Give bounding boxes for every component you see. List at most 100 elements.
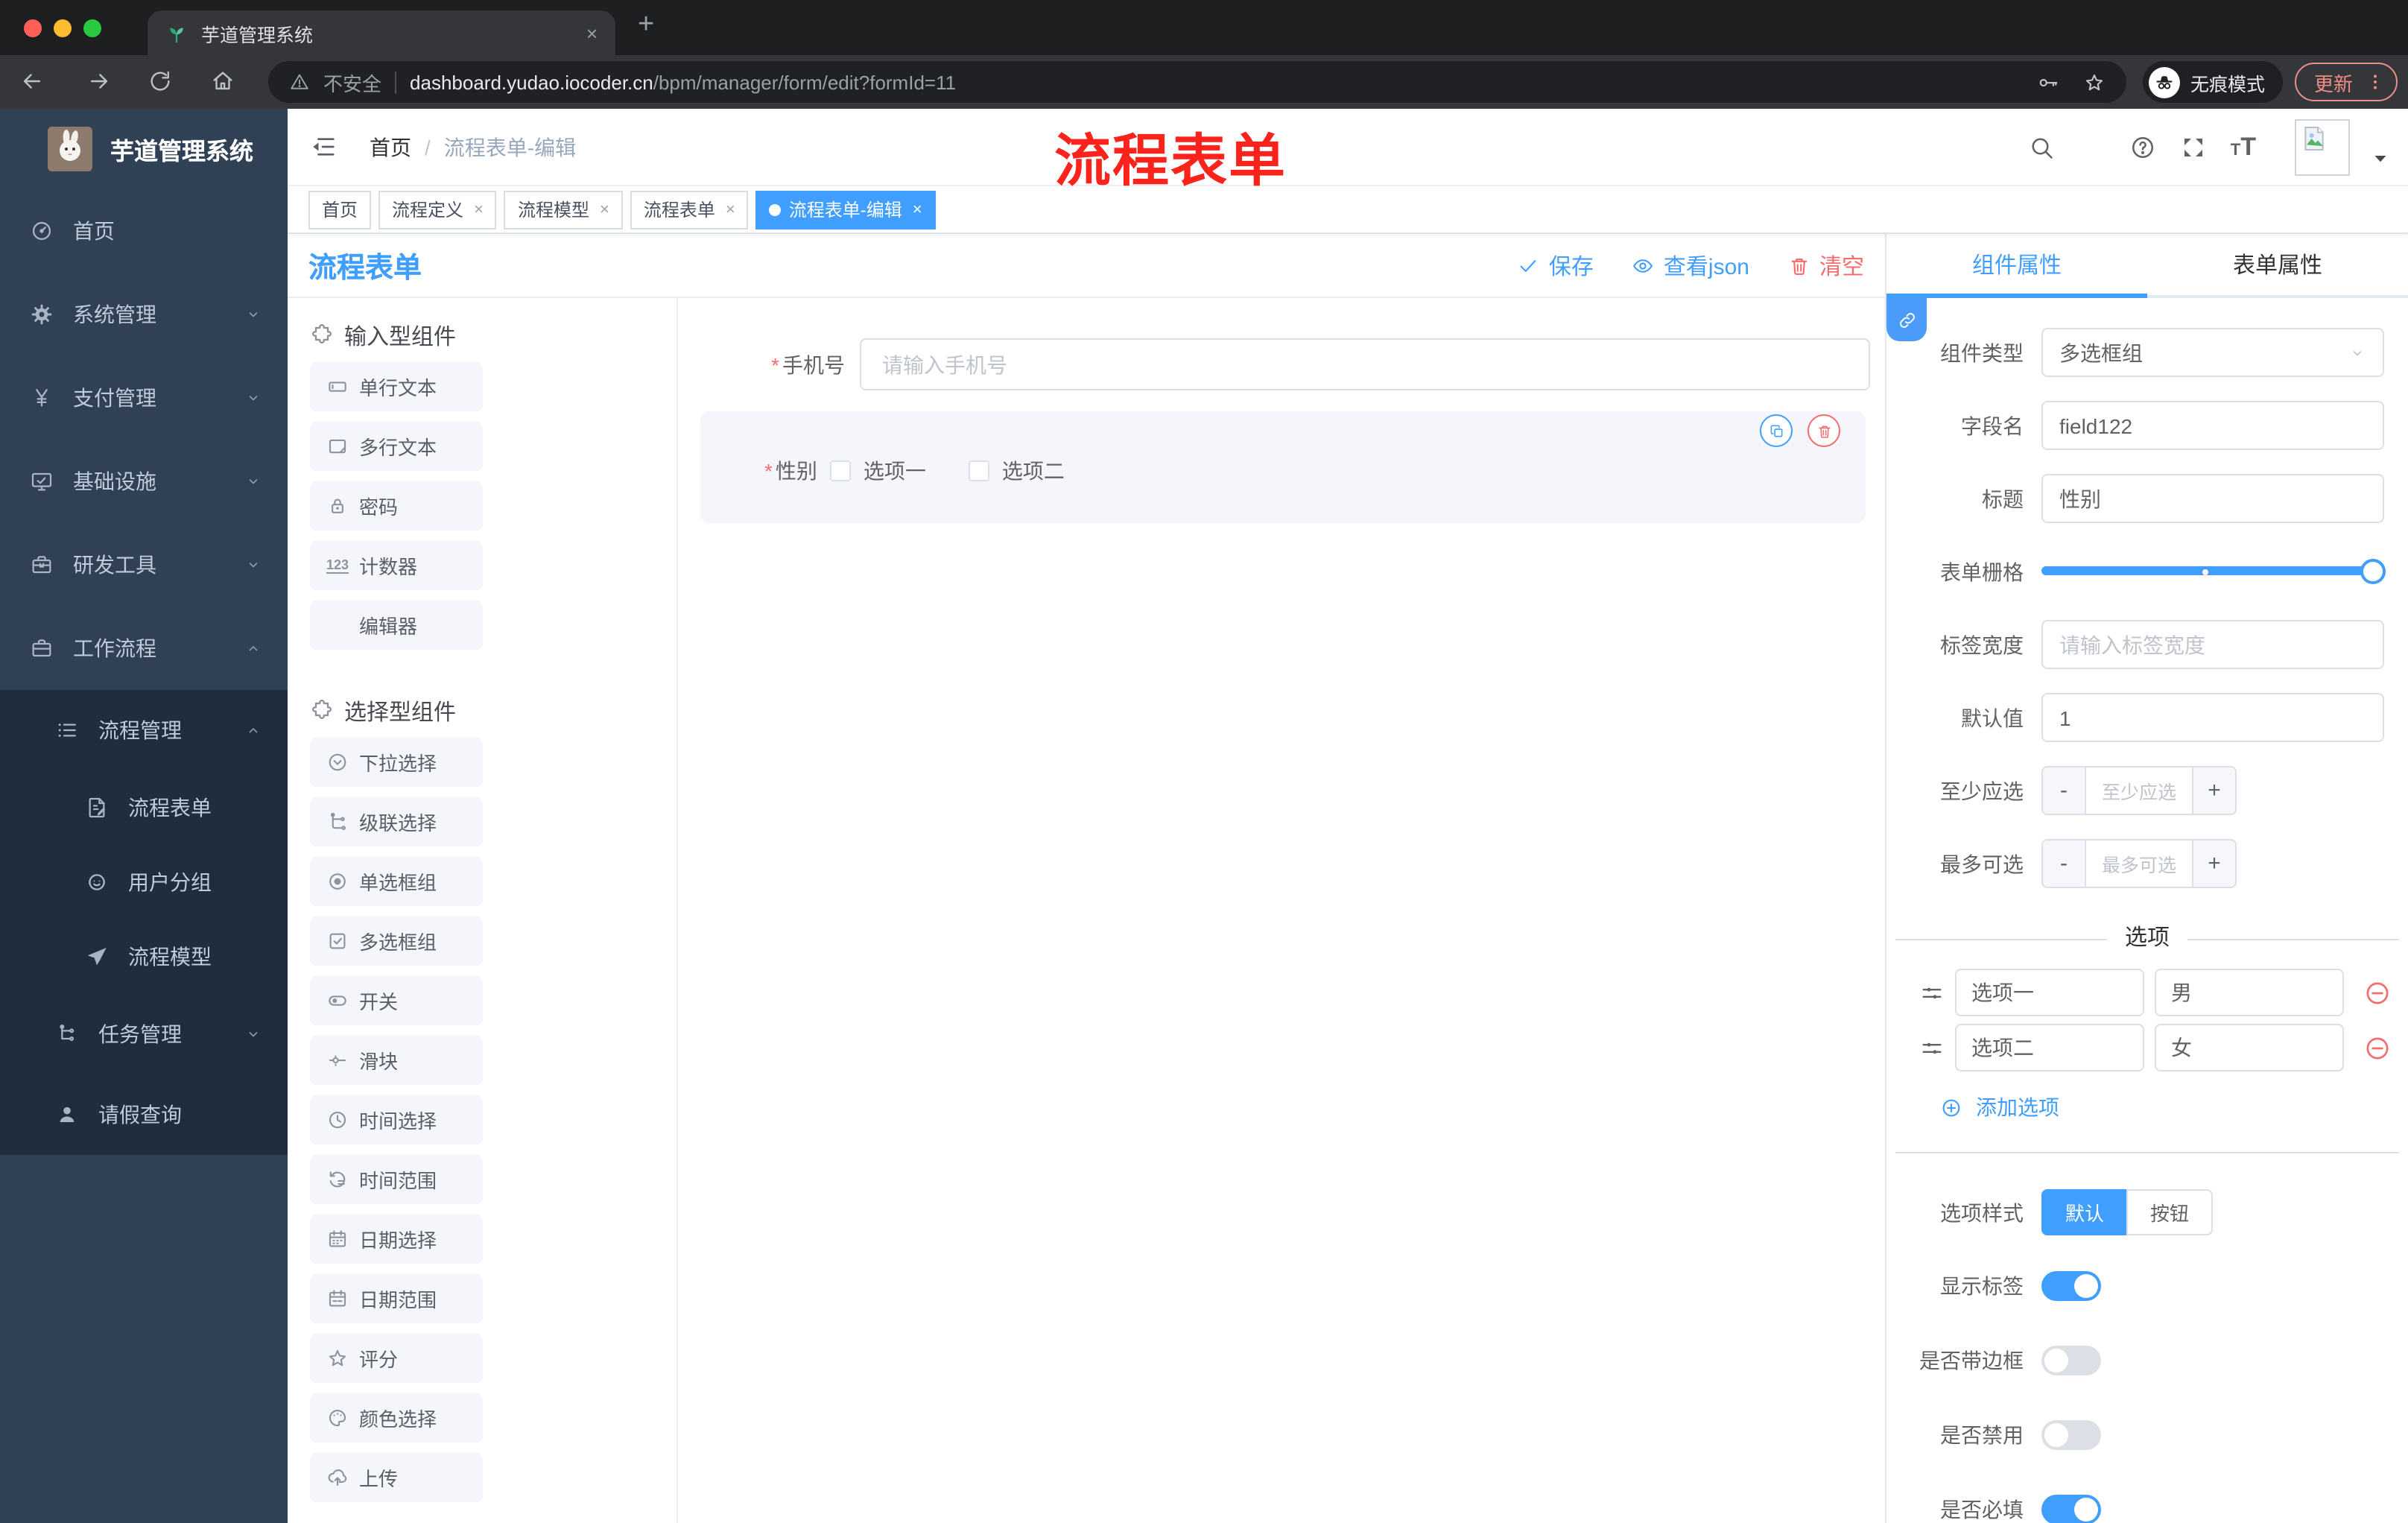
address-bar[interactable]: 不安全 dashboard.yudao.iocoder.cn/bpm/manag… xyxy=(268,61,2126,103)
breadcrumb-home[interactable]: 首页 xyxy=(370,132,411,162)
tab-close-icon[interactable]: × xyxy=(586,22,598,44)
gender-checkbox-选项一[interactable]: 选项一 xyxy=(830,456,926,486)
sidebar-item-请假查询[interactable]: 请假查询 xyxy=(0,1074,288,1155)
forward-icon[interactable] xyxy=(86,69,112,94)
font-size-icon[interactable]: TT xyxy=(2231,134,2256,159)
prop-input-默认值[interactable] xyxy=(2041,693,2384,742)
copy-component-button[interactable] xyxy=(1760,414,1793,447)
tags-view-item[interactable]: 流程表单-编辑 × xyxy=(755,190,936,229)
component-级联选择[interactable]: 级联选择 xyxy=(310,797,483,846)
browser-tab[interactable]: 芋道管理系统 × xyxy=(148,10,615,55)
option-style-按钮[interactable]: 按钮 xyxy=(2126,1189,2214,1235)
sidebar-logo[interactable]: 芋道管理系统 xyxy=(0,109,288,189)
tag-close-icon[interactable]: × xyxy=(600,200,609,218)
sidebar-collapse-icon[interactable] xyxy=(308,133,337,161)
option-value-input[interactable] xyxy=(2155,1024,2344,1071)
close-window-button[interactable] xyxy=(24,19,42,37)
remove-option-icon[interactable] xyxy=(2363,978,2392,1007)
sidebar-item-工作流程[interactable]: 工作流程 xyxy=(0,607,288,690)
component-时间选择[interactable]: 时间选择 xyxy=(310,1095,483,1144)
fullscreen-icon[interactable] xyxy=(2180,133,2207,160)
phone-input[interactable] xyxy=(860,338,1870,390)
sidebar-item-流程模型[interactable]: 流程模型 xyxy=(0,919,288,994)
search-icon[interactable] xyxy=(2028,133,2055,160)
tags-view-item[interactable]: 首页 xyxy=(308,190,372,229)
toggle-显示标签[interactable] xyxy=(2041,1271,2101,1301)
avatar[interactable] xyxy=(2295,118,2350,175)
remove-option-icon[interactable] xyxy=(2363,1033,2392,1062)
sidebar-item-流程表单[interactable]: 流程表单 xyxy=(0,770,288,845)
component-下拉选择[interactable]: 下拉选择 xyxy=(310,738,483,787)
prop-input-标签宽度[interactable] xyxy=(2041,620,2384,669)
tag-close-icon[interactable]: × xyxy=(474,200,484,218)
slider-handle[interactable] xyxy=(2360,559,2386,584)
sidebar-item-支付管理[interactable]: 支付管理 xyxy=(0,356,288,440)
option-label-input[interactable] xyxy=(1955,1024,2144,1071)
toggle-是否带边框[interactable] xyxy=(2041,1346,2101,1375)
new-tab-button[interactable]: + xyxy=(638,9,654,42)
back-icon[interactable] xyxy=(19,69,45,94)
component-密码[interactable]: 密码 xyxy=(310,481,483,531)
drag-handle-icon[interactable] xyxy=(1919,980,1945,1005)
tag-close-icon[interactable]: × xyxy=(913,200,922,218)
password-key-icon[interactable] xyxy=(2037,71,2059,93)
user-menu-caret-icon[interactable] xyxy=(2374,153,2387,167)
component-时间范围[interactable]: 时间范围 xyxy=(310,1155,483,1204)
prop-input-字段名[interactable] xyxy=(2041,401,2384,450)
component-多选框组[interactable]: 多选框组 xyxy=(310,916,483,966)
option-style-默认[interactable]: 默认 xyxy=(2041,1189,2127,1235)
checkbox-box[interactable] xyxy=(830,460,852,481)
canvas-field-gender-selected[interactable]: * 性别 选项一 选项二 xyxy=(700,411,1866,523)
sidebar-item-研发工具[interactable]: 研发工具 xyxy=(0,523,288,607)
bookmark-star-icon[interactable] xyxy=(2083,71,2106,93)
component-日期范围[interactable]: 日期范围 xyxy=(310,1274,483,1323)
component-多行文本[interactable]: 多行文本 xyxy=(310,422,483,471)
component-颜色选择[interactable]: 颜色选择 xyxy=(310,1393,483,1443)
delete-component-button[interactable] xyxy=(1807,414,1840,447)
option-value-input[interactable] xyxy=(2155,969,2344,1016)
component-编辑器[interactable]: 编辑器 xyxy=(310,601,483,650)
help-icon[interactable] xyxy=(2129,133,2156,160)
component-单选框组[interactable]: 单选框组 xyxy=(310,857,483,906)
component-单行文本[interactable]: 单行文本 xyxy=(310,362,483,411)
minimize-window-button[interactable] xyxy=(54,19,72,37)
checkbox-box[interactable] xyxy=(969,460,990,481)
tag-close-icon[interactable]: × xyxy=(726,200,735,218)
prop-slider-表单栅格[interactable] xyxy=(2041,547,2386,596)
component-开关[interactable]: 开关 xyxy=(310,976,483,1025)
tags-view-item[interactable]: 流程定义 × xyxy=(378,190,497,229)
component-计数器[interactable]: 123 计数器 xyxy=(310,541,483,590)
toolbar-查看json-button[interactable]: 查看json xyxy=(1632,250,1749,281)
sidebar-item-用户分组[interactable]: 用户分组 xyxy=(0,845,288,919)
stepper-increase-button[interactable]: + xyxy=(2192,767,2235,814)
prop-select-组件类型[interactable]: 多选框组 xyxy=(2041,328,2384,377)
gender-checkbox-选项二[interactable]: 选项二 xyxy=(969,456,1065,486)
tab-form-props[interactable]: 表单属性 xyxy=(2147,234,2408,295)
stepper-decrease-button[interactable]: - xyxy=(2043,767,2086,814)
home-icon[interactable] xyxy=(210,69,235,94)
tags-view-item[interactable]: 流程模型 × xyxy=(504,190,623,229)
add-option-button[interactable]: 添加选项 xyxy=(1940,1092,2408,1122)
reload-icon[interactable] xyxy=(148,69,173,94)
toggle-是否禁用[interactable] xyxy=(2041,1420,2101,1450)
sidebar-item-流程管理[interactable]: 流程管理 xyxy=(0,690,288,770)
option-label-input[interactable] xyxy=(1955,969,2144,1016)
sidebar-item-首页[interactable]: 首页 xyxy=(0,189,288,273)
sidebar-item-基础设施[interactable]: 基础设施 xyxy=(0,440,288,523)
not-secure-warning-icon[interactable] xyxy=(289,72,310,92)
github-icon[interactable] xyxy=(2079,133,2106,160)
doc-link-button[interactable] xyxy=(1886,298,1927,341)
toolbar-保存-button[interactable]: 保存 xyxy=(1518,250,1594,281)
stepper-increase-button[interactable]: + xyxy=(2192,840,2235,887)
prop-input-标题[interactable] xyxy=(2041,474,2384,523)
sidebar-item-系统管理[interactable]: 系统管理 xyxy=(0,273,288,356)
drag-handle-icon[interactable] xyxy=(1919,1035,1945,1060)
toggle-是否必填[interactable] xyxy=(2041,1495,2101,1523)
maximize-window-button[interactable] xyxy=(83,19,101,37)
canvas-field-phone[interactable]: * 手机号 xyxy=(700,338,1870,390)
stepper-decrease-button[interactable]: - xyxy=(2043,840,2086,887)
component-上传[interactable]: 上传 xyxy=(310,1453,483,1502)
component-评分[interactable]: 评分 xyxy=(310,1334,483,1383)
chrome-update-button[interactable]: 更新 xyxy=(2295,63,2398,101)
component-滑块[interactable]: 滑块 xyxy=(310,1036,483,1085)
